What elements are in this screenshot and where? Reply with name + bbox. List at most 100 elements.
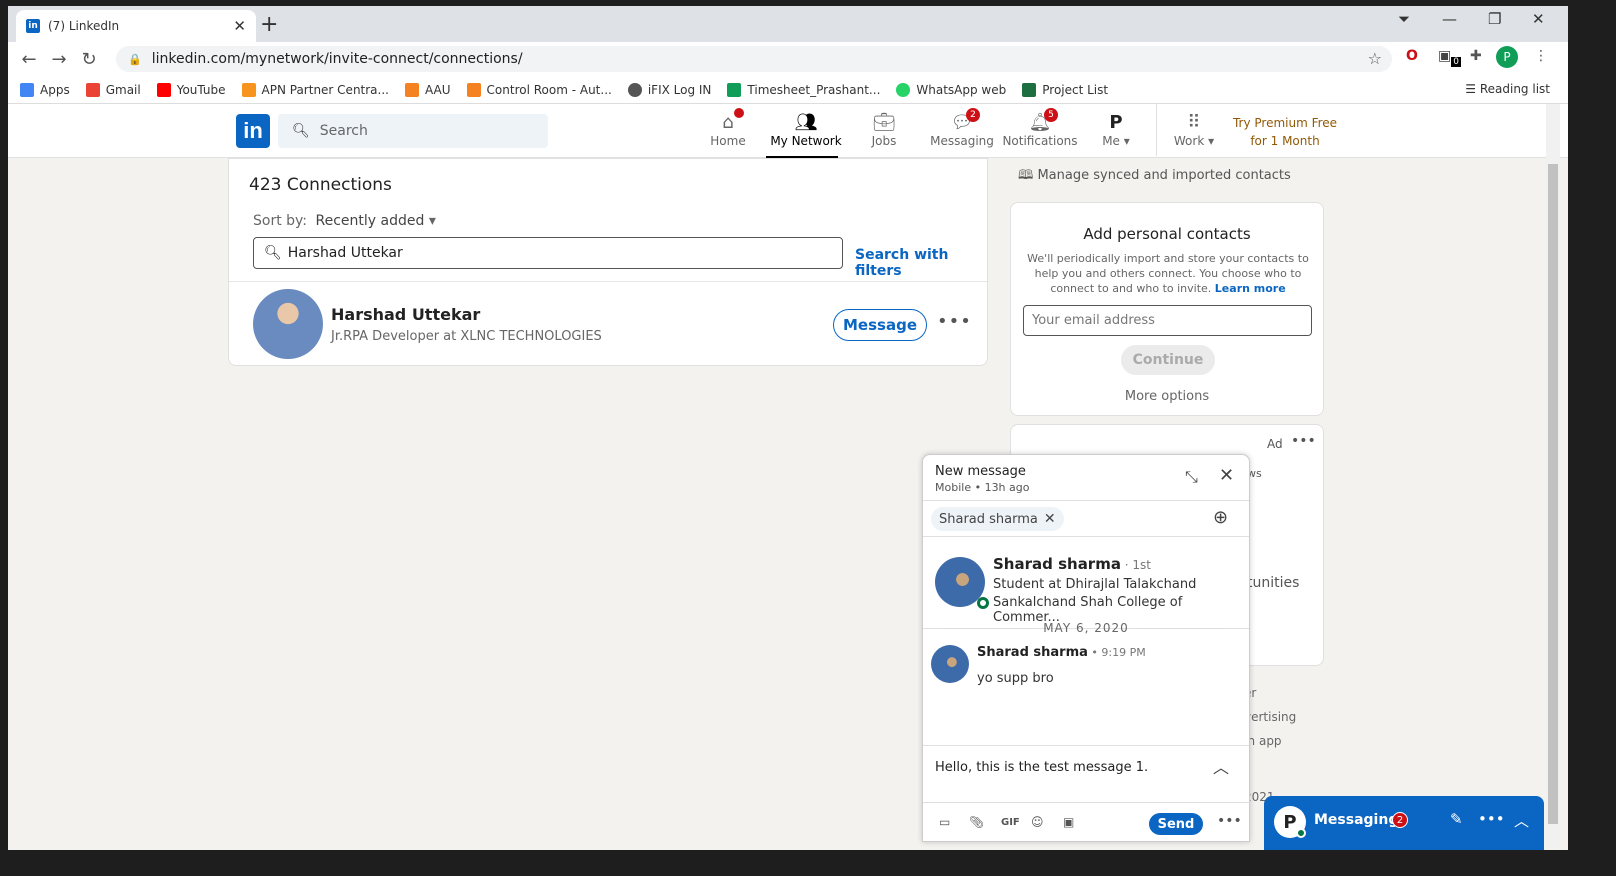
extension-icon[interactable]: ▣ 0 [1438, 48, 1461, 67]
remove-recipient-icon[interactable]: ✕ [1044, 511, 1056, 527]
bookmark-youtube[interactable]: YouTube [156, 82, 226, 97]
bookmark-apn[interactable]: APN Partner Centra... [241, 82, 389, 97]
address-toolbar: ← → ↻ 🔒 linkedin.com/mynetwork/invite-co… [8, 42, 1568, 76]
bookmark-control-room[interactable]: Control Room - Aut... [466, 82, 612, 97]
sender-avatar[interactable] [931, 645, 969, 683]
profile-menu-icon[interactable]: ⏷ [1398, 10, 1410, 28]
nav-messaging[interactable]: 💬︎ 2 Messaging [922, 108, 1002, 148]
reading-list[interactable]: ☰ Reading list [1465, 82, 1550, 96]
chevron-up-icon[interactable]: ︿ [1213, 754, 1229, 778]
bookmark-apps[interactable]: Apps [20, 82, 70, 97]
nav-work[interactable]: ⠿ Work ▾ [1154, 112, 1234, 148]
connection-name[interactable]: Harshad Uttekar [331, 305, 480, 324]
recipient-profile[interactable]: Sharad sharma · 1st Student at Dhirajlal… [923, 537, 1249, 629]
browser-tab[interactable]: in (7) LinkedIn ✕ [16, 10, 256, 42]
scrollbar-thumb[interactable] [1548, 164, 1558, 824]
home-dot [734, 108, 744, 118]
nav-notifications[interactable]: 🔔︎ 5 Notifications [1000, 108, 1080, 148]
message-button[interactable]: Message [833, 309, 927, 341]
book-icon: 🕮 [1018, 168, 1038, 183]
nav-home[interactable]: ⌂ Home [688, 108, 768, 148]
recipient-name: Sharad sharma [939, 511, 1038, 527]
ad-label: Ad [1267, 437, 1283, 451]
linkedin-logo[interactable]: in [236, 114, 270, 148]
nav-label: Jobs [871, 134, 897, 148]
profile-avatar[interactable]: P [1496, 46, 1518, 68]
connection-avatar[interactable] [253, 289, 323, 359]
more-icon[interactable]: ••• [1217, 813, 1242, 829]
minimize-icon[interactable]: — [1442, 10, 1457, 28]
new-tab-icon[interactable]: + [260, 12, 278, 37]
gif-icon[interactable]: GIF [1001, 817, 1020, 828]
more-options-icon[interactable]: ••• [937, 311, 972, 332]
nav-jobs[interactable]: 💼︎ Jobs [844, 112, 924, 148]
lock-icon: 🔒 [128, 52, 142, 66]
close-tab-icon[interactable]: ✕ [233, 17, 246, 35]
extension-badge: 0 [1451, 56, 1461, 67]
kebab-menu-icon[interactable]: ⋮ [1534, 48, 1548, 64]
premium-line1: Try Premium Free [1232, 116, 1338, 130]
recipient-profile-name[interactable]: Sharad sharma · 1st [993, 555, 1151, 573]
ad-menu-icon[interactable]: ••• [1291, 433, 1316, 449]
filter-value: Harshad Uttekar [287, 245, 403, 261]
connections-search-input[interactable]: 🔍︎ Harshad Uttekar [253, 237, 843, 269]
send-button[interactable]: Send [1149, 813, 1203, 835]
add-recipient-icon[interactable]: ⊕ [1213, 507, 1228, 528]
gmail-icon [85, 82, 100, 97]
attach-icon[interactable]: 📎︎ [969, 815, 984, 829]
manage-contacts-link[interactable]: 🕮 Manage synced and imported contacts [1018, 166, 1291, 188]
reload-icon[interactable]: ↻ [74, 49, 104, 70]
search-with-filters-link[interactable]: Search with filters [855, 247, 987, 279]
network-icon: 👥︎ [794, 112, 818, 133]
back-icon[interactable]: ← [14, 49, 44, 70]
recipient-chip[interactable]: Sharad sharma ✕ [931, 507, 1064, 531]
url-bar[interactable]: 🔒 linkedin.com/mynetwork/invite-connect/… [116, 46, 1392, 72]
image-icon[interactable]: ▭ [939, 815, 950, 829]
chevron-up-icon[interactable]: ︿ [1514, 810, 1529, 831]
video-icon[interactable]: ▣ [1063, 815, 1074, 829]
forward-icon[interactable]: → [44, 49, 74, 70]
messaging-bar[interactable]: P Messaging 2 ✎ ••• ︿ [1264, 796, 1544, 850]
bookmark-project-list[interactable]: Project List [1022, 82, 1109, 97]
bookmark-gmail[interactable]: Gmail [85, 82, 141, 97]
email-field[interactable]: Your email address [1023, 305, 1312, 336]
footer-link[interactable]: vertising [1244, 710, 1296, 724]
premium-link[interactable]: Try Premium Free for 1 Month [1230, 114, 1340, 150]
bookmark-ifix[interactable]: iFIX Log IN [627, 82, 711, 97]
sort-dropdown[interactable]: Sort by: Recently added ▾ [253, 213, 436, 229]
bookmark-label: APN Partner Centra... [261, 82, 389, 97]
bookmark-label: WhatsApp web [916, 82, 1007, 97]
popup-header[interactable]: New message Mobile • 13h ago ⤡ ✕ [923, 455, 1249, 501]
search-input[interactable]: 🔍︎ Search [278, 114, 548, 148]
emoji-icon[interactable]: ☺ [1031, 815, 1044, 829]
nav-me[interactable]: P Me ▾ [1076, 112, 1156, 148]
learn-more-link[interactable]: Learn more [1215, 282, 1286, 295]
manage-label: Manage synced and imported contacts [1037, 168, 1291, 183]
close-window-icon[interactable]: ✕ [1532, 10, 1545, 28]
sender-name[interactable]: Sharad sharma [977, 645, 1088, 660]
bookmark-whatsapp[interactable]: WhatsApp web [896, 82, 1007, 97]
expand-icon[interactable]: ⤡ [1185, 467, 1198, 487]
globe-icon [627, 82, 642, 97]
nav-my-network[interactable]: 👥︎ My Network [766, 112, 846, 158]
tab-strip: in (7) LinkedIn ✕ + ⏷ — ❐ ✕ [8, 6, 1568, 42]
bookmark-timesheet[interactable]: Timesheet_Prashant... [727, 82, 880, 97]
sort-value: Recently added [315, 213, 425, 229]
page-scrollbar[interactable] [1546, 104, 1560, 848]
compose-icon[interactable]: ✎ [1450, 810, 1463, 828]
bookmark-aau[interactable]: AAU [404, 82, 451, 97]
close-icon[interactable]: ✕ [1219, 465, 1234, 486]
sort-label: Sort by: [253, 213, 308, 229]
restore-icon[interactable]: ❐ [1488, 10, 1501, 28]
opera-extension-icon[interactable]: O [1406, 48, 1418, 64]
puzzle-icon[interactable]: ✚ [1470, 48, 1482, 64]
bookmark-label: Project List [1042, 82, 1109, 97]
more-icon[interactable]: ••• [1478, 810, 1505, 828]
message-compose-box[interactable]: Hello, this is the test message 1. ︿ [923, 745, 1249, 803]
more-options-link[interactable]: More options [1011, 389, 1323, 404]
continue-button[interactable]: Continue [1121, 345, 1215, 375]
bookmark-star-icon[interactable]: ☆ [1368, 49, 1382, 68]
compose-toolbar: ▭ 📎︎ GIF ☺ ▣ Send ••• [923, 805, 1249, 841]
add-contacts-title: Add personal contacts [1083, 225, 1251, 243]
draft-text[interactable]: Hello, this is the test message 1. [935, 760, 1148, 775]
